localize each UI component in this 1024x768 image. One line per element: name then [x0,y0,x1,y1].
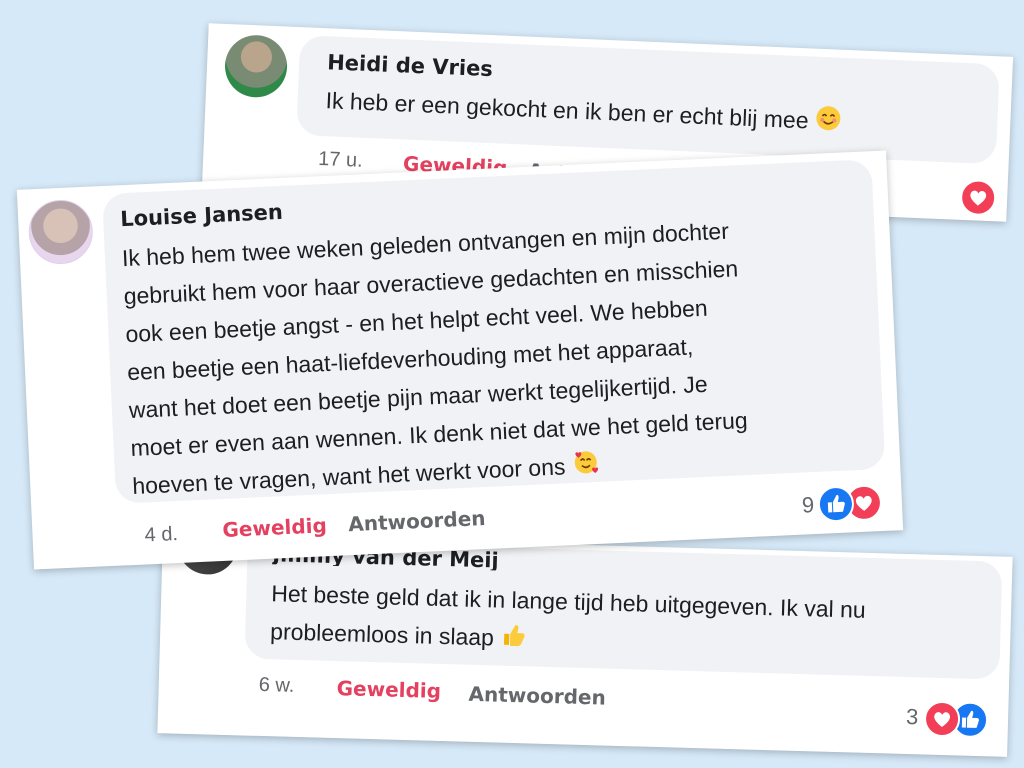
timestamp: 4 d. [144,522,179,547]
reply-button[interactable]: Antwoorden [348,506,486,536]
reaction-count[interactable]: 3 [906,704,919,730]
timestamp: 17 u. [317,147,364,172]
timestamp: 6 w. [258,673,295,697]
thumbs-up-icon [500,621,527,660]
like-button[interactable]: Geweldig [222,513,327,542]
comment-text: Ik heb hem twee weken geleden ontvangen … [121,211,750,507]
avatar[interactable] [27,198,95,266]
heart-reaction-icon [959,178,997,217]
comment-card-jimmy: Jimmy van der Meij Het beste geld dat ik… [157,528,1013,757]
reply-button[interactable]: Antwoorden [468,682,606,710]
comment-line-text: probleemloos in slaap [269,618,495,651]
smiling-face-icon [814,105,841,141]
like-reaction-icon [817,485,855,523]
reaction-count[interactable]: 9 [801,492,814,519]
comment-text: Het beste geld dat ik in lange tijd heb … [270,574,867,668]
like-button[interactable]: Geweldig [336,676,441,703]
heart-reaction-icon [923,700,961,738]
avatar[interactable] [223,33,289,99]
comment-card-louise: Louise Jansen Ik heb hem twee weken gele… [16,150,904,570]
smiling-face-with-hearts-icon [571,447,601,487]
